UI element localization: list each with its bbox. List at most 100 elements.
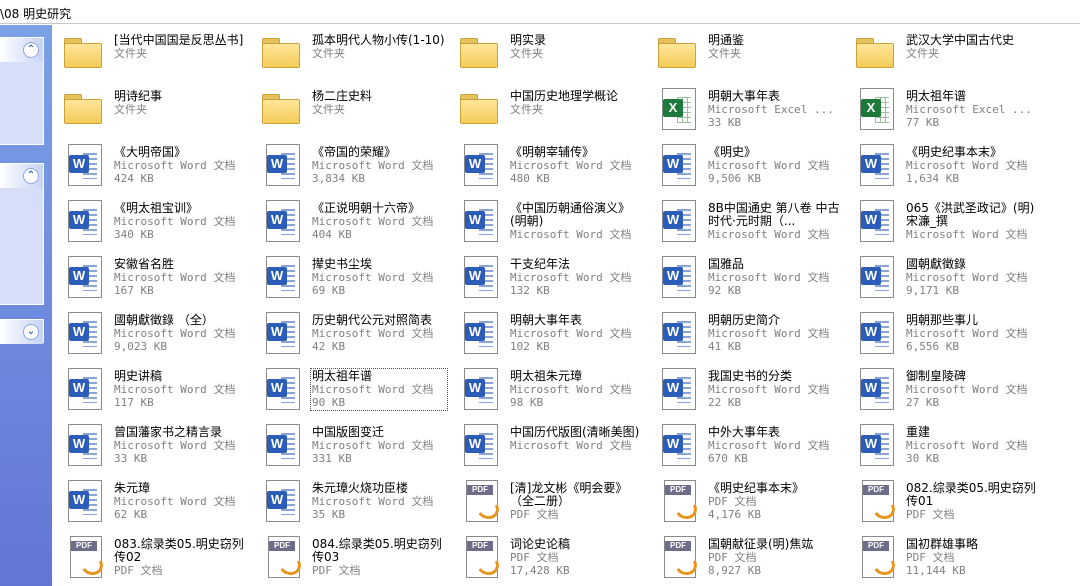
file-type: Microsoft Word 文档 <box>114 271 236 284</box>
file-item[interactable]: W 明朝历史简介 Microsoft Word 文档 41 KB <box>646 304 842 358</box>
address-bar[interactable]: \08 明史研究 <box>0 0 1080 24</box>
file-size: 41 KB <box>708 340 742 353</box>
file-type: Microsoft Word 文档 <box>510 271 632 284</box>
file-type: 文件夹 <box>906 47 939 60</box>
file-item[interactable]: W 历史朝代公元对照简表 Microsoft Word 文档 42 KB <box>250 304 446 358</box>
file-item[interactable]: X 明太祖年谱 Microsoft Excel ... 77 KB <box>844 80 1040 134</box>
file-size: 22 KB <box>708 396 742 409</box>
file-item[interactable]: 中国历史地理学概论 文件夹 <box>448 80 644 134</box>
file-name: 明朝大事年表 <box>708 89 781 103</box>
word-icon: W <box>654 256 700 302</box>
folder-icon <box>258 88 304 134</box>
file-item[interactable]: W 065《洪武圣政记》(明)宋濂_撰 Microsoft Word 文档 <box>844 192 1040 246</box>
word-icon: W <box>456 144 502 190</box>
file-item[interactable]: W 明朝那些事儿 Microsoft Word 文档 6,556 KB <box>844 304 1040 358</box>
file-list: [当代中国国是反思丛书] 文件夹 孤本明代人物小传(1-10) 文件夹 明实录 文件夹 明通… <box>52 24 1080 586</box>
file-item[interactable]: W 中国历代版图(清晰美图) Microsoft Word 文档 <box>448 416 644 470</box>
file-name: 明通鉴 <box>708 33 745 47</box>
excel-icon: X <box>852 88 898 134</box>
folder-icon <box>258 32 304 78</box>
file-item[interactable]: W 《明史》 Microsoft Word 文档 9,506 KB <box>646 136 842 190</box>
file-item[interactable]: 武汉大学中国古代史 文件夹 <box>844 24 1040 78</box>
file-item[interactable]: W 国雅品 Microsoft Word 文档 92 KB <box>646 248 842 302</box>
word-icon: W <box>258 256 304 302</box>
file-type: Microsoft Word 文档 <box>312 159 434 172</box>
file-item[interactable]: W 國朝獻徵錄 （全） Microsoft Word 文档 9,023 KB <box>52 304 248 358</box>
file-item[interactable]: PDF [清]龙文彬《明会要》（全二册） PDF 文档 <box>448 472 644 526</box>
file-item[interactable]: W 朱元璋 Microsoft Word 文档 62 KB <box>52 472 248 526</box>
file-name: 明朝大事年表 <box>510 313 583 327</box>
file-item[interactable]: W 明史讲稿 Microsoft Word 文档 117 KB <box>52 360 248 414</box>
file-name: 國朝獻徵錄 （全） <box>114 313 214 327</box>
file-type: Microsoft Word 文档 <box>312 495 434 508</box>
file-item[interactable]: W 中外大事年表 Microsoft Word 文档 670 KB <box>646 416 842 470</box>
file-type: Microsoft Word 文档 <box>906 383 1028 396</box>
word-icon: W <box>852 368 898 414</box>
file-item[interactable]: 孤本明代人物小传(1-10) 文件夹 <box>250 24 446 78</box>
file-name: 明太祖朱元璋 <box>510 369 583 383</box>
file-item[interactable]: X 明朝大事年表 Microsoft Excel ... 33 KB <box>646 80 842 134</box>
file-name: 朱元璋 <box>114 481 151 495</box>
chevron-up-icon[interactable]: ⌃ <box>23 42 39 58</box>
file-item[interactable]: 明诗纪事 文件夹 <box>52 80 248 134</box>
file-item[interactable]: 明实录 文件夹 <box>448 24 644 78</box>
file-item[interactable]: [当代中国国是反思丛书] 文件夹 <box>52 24 248 78</box>
file-item[interactable]: W 安徽省名胜 Microsoft Word 文档 167 KB <box>52 248 248 302</box>
file-size: 331 KB <box>312 452 352 465</box>
file-size: 92 KB <box>708 284 742 297</box>
pdf-icon: PDF <box>852 480 898 526</box>
file-size: 27 KB <box>906 396 940 409</box>
file-type: PDF 文档 <box>510 551 559 564</box>
file-size: 424 KB <box>114 172 154 185</box>
file-item[interactable]: W 《大明帝国》 Microsoft Word 文档 424 KB <box>52 136 248 190</box>
file-item[interactable]: 杨二庄史料 文件夹 <box>250 80 446 134</box>
file-item[interactable]: W 《明朝宰辅传》 Microsoft Word 文档 480 KB <box>448 136 644 190</box>
file-item[interactable]: PDF 国朝献征录(明)焦竑 PDF 文档 8,927 KB <box>646 528 842 582</box>
word-icon: W <box>852 144 898 190</box>
file-item[interactable]: 明通鉴 文件夹 <box>646 24 842 78</box>
file-item[interactable]: W 干支纪年法 Microsoft Word 文档 132 KB <box>448 248 644 302</box>
file-name: 御制皇陵碑 <box>906 369 967 383</box>
file-item[interactable]: W 《明史纪事本末》 Microsoft Word 文档 1,634 KB <box>844 136 1040 190</box>
file-item[interactable]: W 國朝獻徵錄 Microsoft Word 文档 9,171 KB <box>844 248 1040 302</box>
file-item[interactable]: W 我国史书的分类 Microsoft Word 文档 22 KB <box>646 360 842 414</box>
file-name: 《正说明朝十六帝》 <box>312 201 421 215</box>
file-item[interactable]: PDF 084.综录类05.明史窃列传03 PDF 文档 <box>250 528 446 582</box>
file-size: 98 KB <box>510 396 544 409</box>
file-item[interactable]: W 《帝国的荣耀》 Microsoft Word 文档 3,834 KB <box>250 136 446 190</box>
file-item[interactable]: PDF 国初群雄事略 PDF 文档 11,144 KB <box>844 528 1040 582</box>
file-item[interactable]: W 明朝大事年表 Microsoft Word 文档 102 KB <box>448 304 644 358</box>
file-item[interactable]: PDF 083.综录类05.明史窃列传02 PDF 文档 <box>52 528 248 582</box>
file-type: Microsoft Word 文档 <box>510 159 632 172</box>
file-item[interactable]: W 《明太祖宝训》 Microsoft Word 文档 340 KB <box>52 192 248 246</box>
word-icon: W <box>258 200 304 246</box>
file-item[interactable]: PDF 词论史论稿 PDF 文档 17,428 KB <box>448 528 644 582</box>
file-item[interactable]: W 《正说明朝十六帝》 Microsoft Word 文档 404 KB <box>250 192 446 246</box>
file-item[interactable]: W 《中国历朝通俗演义》(明朝) Microsoft Word 文档 <box>448 192 644 246</box>
file-item[interactable]: W 8B中国通史 第八卷 中古时代·元时期（... Microsoft Word 文… <box>646 192 842 246</box>
file-item[interactable]: W 明太祖朱元璋 Microsoft Word 文档 98 KB <box>448 360 644 414</box>
file-item[interactable]: W 御制皇陵碑 Microsoft Word 文档 27 KB <box>844 360 1040 414</box>
word-icon: W <box>456 312 502 358</box>
task-panel-2: ⌃ <box>0 163 44 305</box>
file-type: PDF 文档 <box>312 564 361 577</box>
file-item[interactable]: W 中国版图变迁 Microsoft Word 文档 331 KB <box>250 416 446 470</box>
file-item[interactable]: W 重建 Microsoft Word 文档 30 KB <box>844 416 1040 470</box>
file-item[interactable]: W 撵史书尘埃 Microsoft Word 文档 69 KB <box>250 248 446 302</box>
chevron-up-icon[interactable]: ⌃ <box>23 168 39 184</box>
file-size: 77 KB <box>906 116 940 129</box>
word-icon: W <box>654 144 700 190</box>
file-item[interactable]: W 曾国藩家书之精言录 Microsoft Word 文档 33 KB <box>52 416 248 470</box>
file-name: 我国史书的分类 <box>708 369 793 383</box>
file-item[interactable]: PDF 082.综录类05.明史窃列传01 PDF 文档 <box>844 472 1040 526</box>
file-item[interactable]: W 明太祖年谱 Microsoft Word 文档 90 KB <box>250 360 448 414</box>
chevron-down-icon[interactable]: ⌄ <box>23 324 39 340</box>
file-type: 文件夹 <box>510 103 543 116</box>
file-name: 《明史纪事本末》 <box>708 481 805 495</box>
file-item[interactable]: PDF 《明史纪事本末》 PDF 文档 4,176 KB <box>646 472 842 526</box>
file-name: 《中国历朝通俗演义》(明朝) <box>510 201 631 228</box>
word-icon: W <box>60 480 106 526</box>
file-type: 文件夹 <box>312 47 345 60</box>
file-type: Microsoft Word 文档 <box>114 439 236 452</box>
file-item[interactable]: W 朱元璋火烧功臣楼 Microsoft Word 文档 35 KB <box>250 472 446 526</box>
